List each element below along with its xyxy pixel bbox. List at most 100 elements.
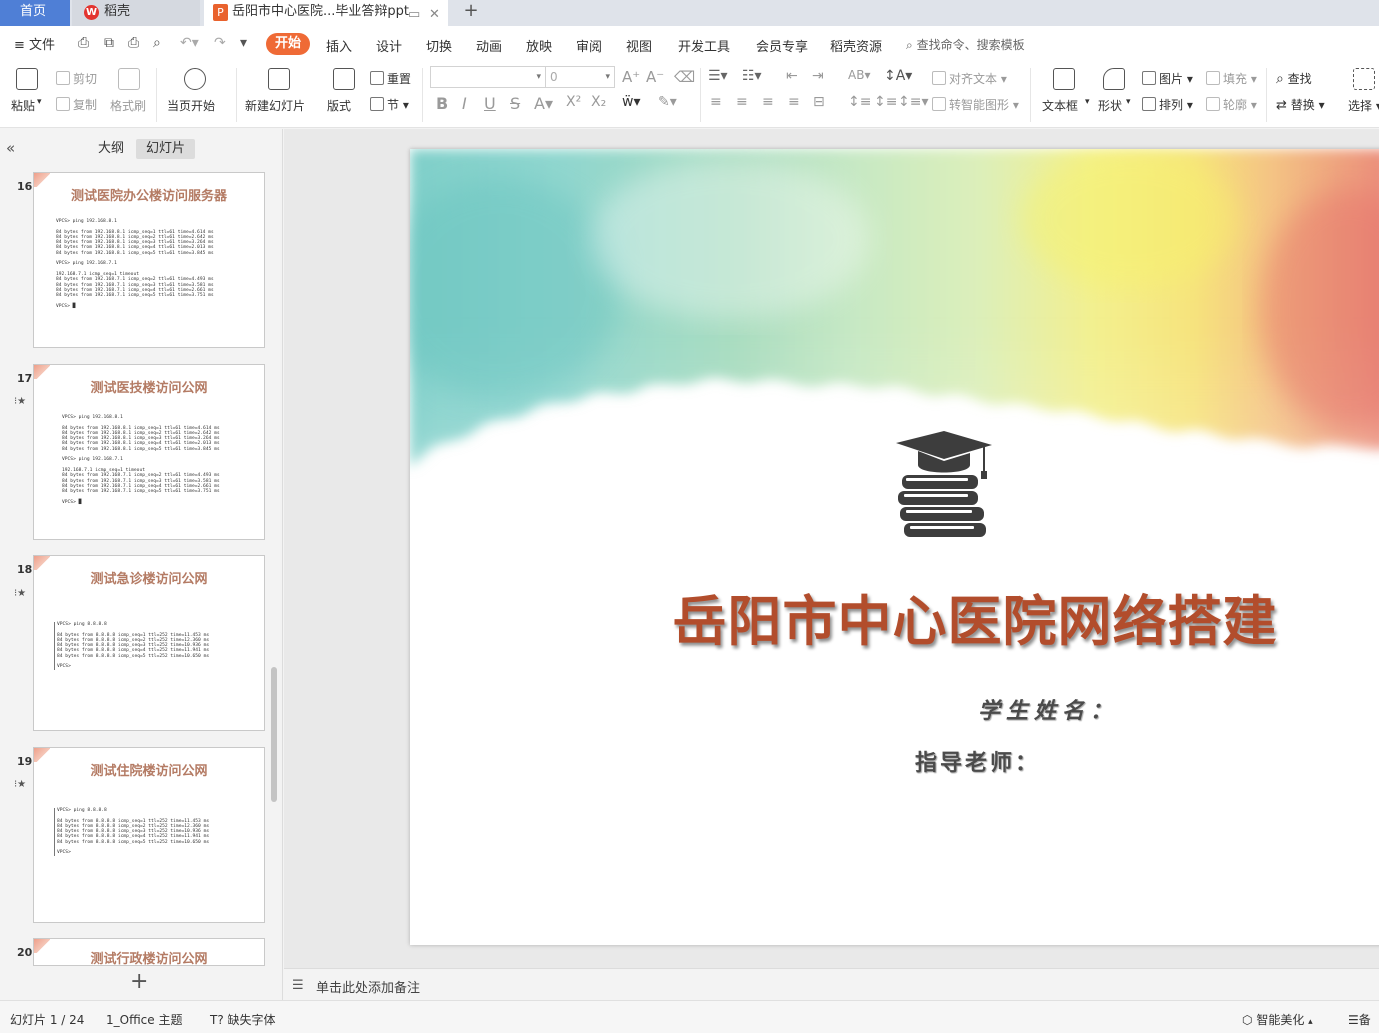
text-box-button[interactable]: 文本框 <box>1042 97 1078 114</box>
fill-button[interactable]: 填充 ▾ <box>1206 70 1257 87</box>
align-center-icon[interactable]: ≡ <box>736 94 748 110</box>
menu-tab-membership[interactable]: 会员专享 <box>756 36 808 55</box>
italic-icon[interactable]: I <box>462 94 467 113</box>
reset-button[interactable]: 重置 <box>370 70 411 87</box>
save-icon[interactable]: ⎙ <box>78 35 89 51</box>
notes-placeholder[interactable]: 单击此处添加备注 <box>316 977 420 996</box>
layout-button[interactable]: 版式 <box>327 97 351 114</box>
menu-tab-view[interactable]: 视图 <box>626 36 652 55</box>
panel-scrollbar[interactable] <box>271 667 277 802</box>
highlight-icon[interactable]: ✎▾ <box>658 94 677 110</box>
copy-button[interactable]: 复制 <box>56 96 97 113</box>
student-name-label[interactable]: 学生姓名： <box>978 693 1118 725</box>
shape-dropdown-icon[interactable]: ▾ <box>1126 97 1131 107</box>
bullet-list-icon[interactable]: ☰▾ <box>708 68 728 84</box>
command-search[interactable]: ⌕ 查找命令、搜索模板 <box>906 36 1025 53</box>
text-direction-icon[interactable]: ↕A▾ <box>884 68 912 84</box>
text-case-icon[interactable]: AB▾ <box>848 68 870 82</box>
clear-format-icon[interactable]: ⌫ <box>674 68 695 86</box>
tab-outline[interactable]: 大纲 <box>88 139 134 159</box>
underline-icon[interactable]: U <box>484 94 496 113</box>
advisor-label[interactable]: 指导老师： <box>915 745 1040 777</box>
picture-button[interactable]: 图片 ▾ <box>1142 70 1193 87</box>
notes-toggle-button[interactable]: ☰备 <box>1348 1011 1371 1028</box>
menu-tab-slideshow[interactable]: 放映 <box>526 36 552 55</box>
add-slide-button[interactable]: + <box>130 969 148 994</box>
menu-tab-insert[interactable]: 插入 <box>326 36 352 55</box>
strikethrough-icon[interactable]: S <box>510 94 520 113</box>
smart-beautify-button[interactable]: ⬡ 智能美化 ▴ <box>1242 1011 1313 1028</box>
smart-art-button[interactable]: 转智能图形 ▾ <box>932 96 1019 113</box>
new-tab-button[interactable]: + <box>460 0 482 26</box>
collapse-panel-icon[interactable]: « <box>6 139 15 157</box>
paragraph-spacing-icon[interactable]: ↕≡ <box>874 94 897 110</box>
tab-daoke[interactable]: W 稻壳 <box>72 0 200 26</box>
format-painter-button[interactable]: 格式刷 <box>110 97 146 114</box>
text-box-dropdown-icon[interactable]: ▾ <box>1085 97 1090 107</box>
slide-thumbnail-17[interactable]: 测试医技楼访问公网 VPCS> ping 192.168.8.1 84 byte… <box>33 364 265 540</box>
outline-button[interactable]: 轮廓 ▾ <box>1206 96 1257 113</box>
menu-tab-design[interactable]: 设计 <box>376 36 402 55</box>
theme-name[interactable]: 1_Office 主题 <box>106 1011 182 1028</box>
menu-tab-home[interactable]: 开始 <box>266 33 310 55</box>
menu-tab-daoke-resources[interactable]: 稻壳资源 <box>830 36 882 55</box>
monitor-icon[interactable]: ▭ <box>408 3 420 27</box>
align-left-icon[interactable]: ≡ <box>710 94 722 110</box>
customize-quick-access-icon[interactable]: ▾ <box>240 35 247 51</box>
export-pdf-icon[interactable]: ⧉ <box>104 35 114 51</box>
font-family-select[interactable]: ▾ <box>430 66 546 88</box>
tab-document[interactable]: P 岳阳市中心医院...毕业答辩ppt ▭ ✕ <box>204 0 448 26</box>
decrease-indent-icon[interactable]: ⇤ <box>786 68 798 84</box>
current-slide[interactable]: 岳阳市中心医院网络搭建 学生姓名： 指导老师： <box>410 149 1379 945</box>
menu-tab-review[interactable]: 审阅 <box>576 36 602 55</box>
play-from-current-button[interactable]: 当页开始 <box>167 97 215 114</box>
bold-icon[interactable]: B <box>436 94 448 113</box>
new-slide-button[interactable]: 新建幻灯片 <box>245 97 305 114</box>
beautify-icon: ⬡ <box>1242 1013 1253 1027</box>
missing-font-button[interactable]: T? 缺失字体 <box>210 1011 276 1028</box>
cut-button[interactable]: 剪切 <box>56 70 97 87</box>
thumbnail-cli-output: VPCS> ping 192.168.8.1 84 bytes from 192… <box>56 219 214 309</box>
section-button[interactable]: 节 ▾ <box>370 96 409 113</box>
slide-thumbnail-18[interactable]: 测试急诊楼访问公网 VPCS> ping 8.8.8.8 84 bytes fr… <box>33 555 265 731</box>
font-size-select[interactable]: 0 ▾ <box>545 66 615 88</box>
redo-icon[interactable]: ↷ <box>214 35 226 51</box>
menu-tab-transitions[interactable]: 切换 <box>426 36 452 55</box>
print-icon[interactable]: ⎙ <box>128 35 139 51</box>
tab-slides[interactable]: 幻灯片 <box>136 139 196 159</box>
increase-indent-icon[interactable]: ⇥ <box>812 68 824 84</box>
justify-icon[interactable]: ≡ <box>788 94 800 110</box>
select-button[interactable]: 选择 ▾ <box>1348 97 1379 114</box>
undo-icon[interactable]: ↶▾ <box>180 35 199 51</box>
line-spacing-icon[interactable]: ↕≡ <box>848 94 871 110</box>
font-color-icon[interactable]: A▾ <box>534 94 553 113</box>
slide-thumbnail-16[interactable]: 测试医院办公楼访问服务器 VPCS> ping 192.168.8.1 84 b… <box>33 172 265 348</box>
print-preview-icon[interactable]: ⌕ <box>153 35 161 51</box>
tab-home[interactable]: 首页 <box>0 0 70 26</box>
align-text-button[interactable]: 对齐文本 ▾ <box>932 70 1007 87</box>
menu-tab-developer[interactable]: 开发工具 <box>678 36 730 55</box>
close-tab-icon[interactable]: ✕ <box>429 3 440 27</box>
paste-dropdown-icon[interactable]: ▾ <box>37 97 42 107</box>
paste-button[interactable]: 粘贴 <box>11 97 35 114</box>
distributed-icon[interactable]: ⊟ <box>813 94 825 110</box>
shape-button[interactable]: 形状 <box>1098 97 1122 114</box>
file-menu[interactable]: ≡ 文件 <box>14 34 55 53</box>
menu-tab-animations[interactable]: 动画 <box>476 36 502 55</box>
slide-thumbnail-19[interactable]: 测试住院楼访问公网 VPCS> ping 8.8.8.8 84 bytes fr… <box>33 747 265 923</box>
columns-icon[interactable]: ↕≡▾ <box>898 94 929 110</box>
numbered-list-icon[interactable]: ☷▾ <box>742 68 762 84</box>
notes-icon: ☰ <box>292 978 304 993</box>
arrange-button[interactable]: 排列 ▾ <box>1142 96 1193 113</box>
decrease-font-icon[interactable]: A⁻ <box>646 68 664 86</box>
subscript-icon[interactable]: X₂ <box>591 94 606 110</box>
slide-thumbnail-20[interactable]: 测试行政楼访问公网 <box>33 938 265 966</box>
align-right-icon[interactable]: ≡ <box>762 94 774 110</box>
increase-font-icon[interactable]: A⁺ <box>622 68 640 86</box>
superscript-icon[interactable]: X² <box>566 94 581 110</box>
find-button[interactable]: ⌕ 查找 <box>1276 70 1312 87</box>
slide-title[interactable]: 岳阳市中心医院网络搭建 <box>410 577 1379 656</box>
phonetic-guide-icon[interactable]: ẅ▾ <box>622 94 640 110</box>
replace-button[interactable]: ⇄ 替换 ▾ <box>1276 96 1325 113</box>
notes-bar[interactable]: ☰ 单击此处添加备注 <box>284 968 1379 1000</box>
